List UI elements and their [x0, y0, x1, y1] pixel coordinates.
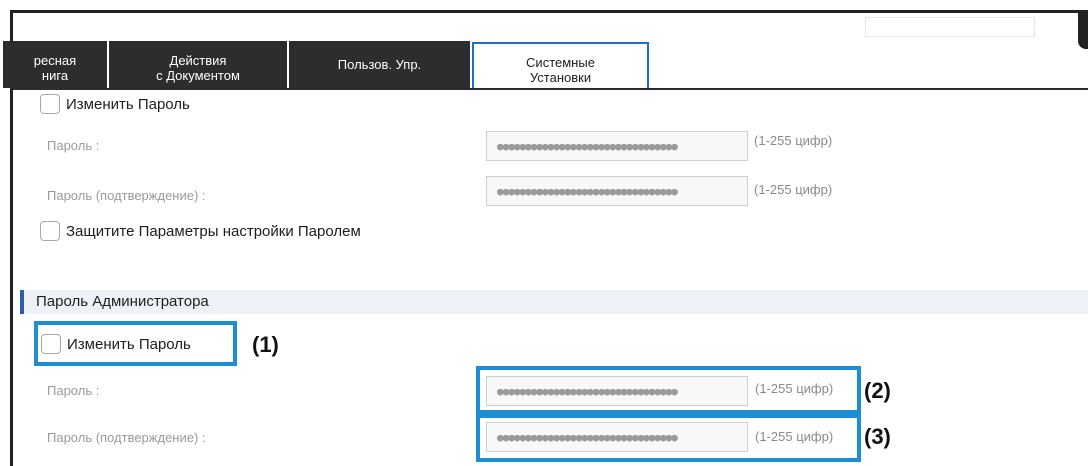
tab-system-settings[interactable]: Системные Установки — [472, 42, 649, 90]
change-password-checkbox[interactable] — [40, 94, 60, 114]
admin-password-section-title: Пароль Администратора — [36, 293, 209, 310]
admin-password-label: Пароль : — [47, 383, 100, 398]
admin-password-section-header: Пароль Администратора — [20, 290, 1088, 314]
admin-confirm-password-label: Пароль (подтверждение) : — [47, 430, 206, 445]
annotation-3: (3) — [864, 424, 891, 449]
change-password-label: Изменить Пароль — [66, 95, 190, 113]
password-hint: (1-255 цифр) — [754, 133, 833, 148]
password-input[interactable]: ●●●●●●●●●●●●●●●●●●●●●●●●●●●●●●●● — [486, 131, 748, 161]
highlight-box-1 — [34, 321, 237, 366]
protect-settings-option[interactable]: Защитите Параметры настройки Паролем — [40, 221, 361, 241]
tab-user-control[interactable]: Пользов. Упр. — [289, 41, 472, 88]
confirm-password-hint: (1-255 цифр) — [754, 182, 833, 197]
header-search-box[interactable] — [865, 17, 1035, 37]
tab-address-book[interactable]: ресная нига — [3, 41, 109, 88]
annotation-1: (1) — [252, 332, 279, 357]
change-password-option[interactable]: Изменить Пароль — [40, 94, 190, 114]
tab-document-operations[interactable]: Действия с Документом — [109, 41, 289, 88]
annotation-2: (2) — [864, 378, 891, 403]
highlight-box-3 — [476, 414, 861, 462]
confirm-password-input[interactable]: ●●●●●●●●●●●●●●●●●●●●●●●●●●●●●●●● — [486, 176, 748, 206]
protect-settings-label: Защитите Параметры настройки Паролем — [66, 222, 361, 240]
tab-bar: ресная нига Действия с Документом Пользо… — [3, 41, 1088, 90]
password-label: Пароль : — [47, 138, 100, 153]
protect-settings-checkbox[interactable] — [40, 221, 60, 241]
highlight-box-2 — [476, 366, 861, 414]
confirm-password-label: Пароль (подтверждение) : — [47, 188, 206, 203]
